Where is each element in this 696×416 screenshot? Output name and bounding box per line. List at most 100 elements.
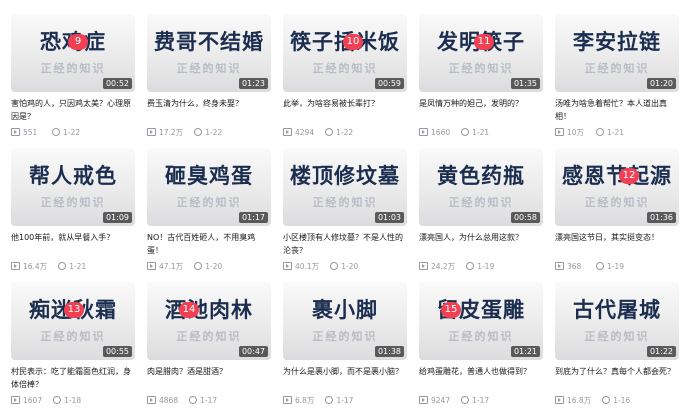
thumbnail-title: 感恩节起源	[562, 164, 672, 188]
video-card[interactable]: 痴迷秋霜正经的知识00:5513 村民表示：吃了能霜面色红润，身体倍棒？ 16071…	[11, 282, 135, 416]
episode-icon	[53, 396, 62, 404]
duration-label: 01:21	[510, 346, 540, 357]
video-stats: 47.1万 1-20	[147, 261, 271, 271]
video-thumbnail[interactable]: 古代屠城 正经的知识 01:22	[555, 282, 679, 360]
video-title[interactable]: 漂亮国这节日，其实挺变态！	[555, 231, 679, 257]
duration-label: 01:22	[646, 346, 676, 357]
video-thumbnail[interactable]: 楼顶修坟墓 正经的知识 01:03	[283, 148, 407, 226]
view-count: 17.2万	[159, 127, 184, 137]
episode-range: 1-17	[200, 395, 218, 405]
play-count-icon	[11, 262, 20, 270]
thumbnail-title: 裹小脚	[312, 298, 378, 322]
video-thumbnail[interactable]: 筷子插米饭正经的知识00:5910	[283, 14, 407, 92]
video-title[interactable]: 村民表示：吃了能霜面色红润，身体倍棒？	[11, 365, 135, 391]
video-card[interactable]: 恐鸡症正经的知识00:529害怕鸡的人，只因鸡太美？心理原因是？5511-22	[11, 14, 135, 148]
episode-icon	[189, 396, 198, 404]
video-title[interactable]: 害怕鸡的人，只因鸡太美？心理原因是？	[11, 97, 135, 123]
play-count-icon	[11, 128, 20, 136]
video-thumbnail[interactable]: 裹小脚 正经的知识 01:38	[283, 282, 407, 360]
thumbnail-title: 砸臭鸡蛋	[165, 164, 253, 188]
video-card[interactable]: 帮人戒色 正经的知识 01:09 他100年前，就从早餐入手？ 16.4万 1-21	[11, 148, 135, 282]
video-stats: 17.2万 1-22	[147, 127, 271, 137]
play-count-icon	[283, 128, 292, 136]
video-thumbnail[interactable]: 黄色药瓶 正经的知识 00:58	[419, 148, 543, 226]
video-card[interactable]: 感恩节起源 正经的知识 01:36 12 漂亮国这节日，其实挺变态！ 368 1-19	[555, 148, 679, 282]
video-card[interactable]: 砸臭鸡蛋 正经的知识 01:17 NO！古代百姓砸人，不用臭鸡蛋！ 47.1万 1-20	[147, 148, 271, 282]
episode-range: 1-18	[64, 395, 82, 405]
thumbnail-subtitle: 正经的知识	[40, 196, 106, 209]
video-thumbnail[interactable]: 酒池肉林 正经的知识 00:47 14	[147, 282, 271, 360]
video-card[interactable]: 李安拉链 正经的知识 01:20 汤唯为啥急着帮忙？本人道出真相！ 10万 1-21	[555, 14, 679, 148]
video-thumbnail[interactable]: 发明筷子正经的知识01:3511	[419, 14, 543, 92]
video-title[interactable]: 小区楼顶有人修坟墓？不是人性的沦丧？	[283, 231, 407, 257]
number-badge: 9	[68, 34, 88, 50]
video-title[interactable]: 漂亮国人，为什么总用这款？	[419, 231, 543, 257]
number-badge: 10	[343, 34, 363, 50]
duration-label: 01:20	[646, 78, 676, 89]
video-card[interactable]: 酒池肉林 正经的知识 00:47 14 肉是腊肉？酒是甜酒？ 4868 1-17	[147, 282, 271, 416]
duration-label: 00:52	[102, 78, 132, 89]
thumbnail-subtitle: 正经的知识	[176, 196, 242, 209]
video-title[interactable]: 他100年前，就从早餐入手？	[11, 231, 135, 257]
view-count: 1660	[431, 127, 451, 137]
video-stats: 40.1万 1-20	[283, 261, 407, 271]
video-card[interactable]: 黄色药瓶 正经的知识 00:58 漂亮国人，为什么总用这款？ 24.2万 1-19	[419, 148, 543, 282]
view-count: 16.4万	[23, 261, 48, 271]
thumbnail-subtitle: 正经的知识	[448, 330, 514, 343]
video-card[interactable]: 古代屠城 正经的知识 01:22 到底为了什么？真每个人都会死？ 16.8万 1-16	[555, 282, 679, 416]
episode-range: 1-17	[472, 395, 490, 405]
video-card[interactable]: 留皮蛋雕正经的知识 01:21 15 给鸡蛋雕花，普通人也做得到？ 9247 1-17	[419, 282, 543, 416]
video-grid: 恐鸡症正经的知识00:529害怕鸡的人，只因鸡太美？心理原因是？5511-22费…	[11, 14, 679, 416]
video-title[interactable]: 汤唯为啥急着帮忙？本人道出真相！	[555, 97, 679, 123]
view-count: 551	[23, 127, 38, 137]
thumbnail-title: 黄色药瓶	[437, 164, 525, 188]
video-thumbnail[interactable]: 帮人戒色 正经的知识 01:09	[11, 148, 135, 226]
thumbnail-title: 留皮蛋雕	[437, 298, 525, 322]
video-thumbnail[interactable]: 费哥不结婚 正经的知识 01:23	[147, 14, 271, 92]
video-card[interactable]: 费哥不结婚 正经的知识 01:23 费玉清为什么，终身未娶？ 17.2万 1-22	[147, 14, 271, 148]
video-stats: 1607 1-18	[11, 395, 135, 405]
episode-icon	[461, 396, 470, 404]
video-title[interactable]: 是凤情万种的妲己，发明的？	[419, 97, 543, 123]
number-badge: 11	[474, 34, 494, 50]
number-badge: 13	[64, 302, 84, 318]
video-stats: 4868 1-17	[147, 395, 271, 405]
episode-icon	[330, 262, 339, 270]
duration-label: 01:09	[102, 212, 132, 223]
video-card[interactable]: 楼顶修坟墓 正经的知识 01:03 小区楼顶有人修坟墓？不是人性的沦丧？ 40.1万 1-…	[283, 148, 407, 282]
video-thumbnail[interactable]: 留皮蛋雕正经的知识 01:21 15	[419, 282, 543, 360]
video-thumbnail[interactable]: 恐鸡症正经的知识00:529	[11, 14, 135, 92]
play-count-icon	[283, 262, 292, 270]
thumbnail-subtitle: 正经的知识	[40, 330, 106, 343]
episode-range: 1-19	[607, 261, 625, 271]
video-stats: 4294 1-22	[283, 127, 407, 137]
episode-icon	[596, 128, 604, 136]
video-title[interactable]: 费玉清为什么，终身未娶？	[147, 97, 271, 123]
video-stats: 6.8万 1-17	[283, 395, 407, 405]
thumbnail-title: 酒池肉林	[165, 298, 253, 322]
duration-label: 00:58	[510, 212, 540, 223]
thumbnail-title: 李安拉链	[573, 30, 661, 54]
video-thumbnail[interactable]: 李安拉链 正经的知识 01:20	[555, 14, 679, 92]
video-title[interactable]: 到底为了什么？真每个人都会死？	[555, 365, 679, 391]
video-card[interactable]: 发明筷子正经的知识01:3511是凤情万种的妲己，发明的？16601-21	[419, 14, 543, 148]
video-thumbnail[interactable]: 痴迷秋霜正经的知识00:5513	[11, 282, 135, 360]
video-title[interactable]: NO！古代百姓砸人，不用臭鸡蛋！	[147, 231, 271, 257]
play-count-icon	[147, 396, 156, 404]
video-title[interactable]: 肉是腊肉？酒是甜酒？	[147, 365, 271, 391]
episode-range: 1-19	[477, 261, 495, 271]
video-card[interactable]: 裹小脚 正经的知识 01:38 为什么是裹小脚，而不是裹小脑？ 6.8万 1-17	[283, 282, 407, 416]
video-card[interactable]: 筷子插米饭正经的知识00:5910 此举，为啥容易被长辈打？ 42941-22	[283, 14, 407, 148]
video-stats: 9247 1-17	[419, 395, 543, 405]
number-badge: 15	[441, 302, 461, 318]
thumbnail-subtitle: 正经的知识	[176, 62, 242, 75]
number-badge: 14	[179, 302, 199, 318]
video-title[interactable]: 此举，为啥容易被长辈打？	[283, 97, 407, 123]
duration-label: 01:36	[646, 212, 676, 223]
video-title[interactable]: 给鸡蛋雕花，普通人也做得到？	[419, 365, 543, 391]
duration-label: 01:35	[510, 78, 540, 89]
video-title[interactable]: 为什么是裹小脚，而不是裹小脑？	[283, 365, 407, 391]
video-thumbnail[interactable]: 砸臭鸡蛋 正经的知识 01:17	[147, 148, 271, 226]
play-count-icon	[147, 262, 156, 270]
video-thumbnail[interactable]: 感恩节起源 正经的知识 01:36 12	[555, 148, 679, 226]
